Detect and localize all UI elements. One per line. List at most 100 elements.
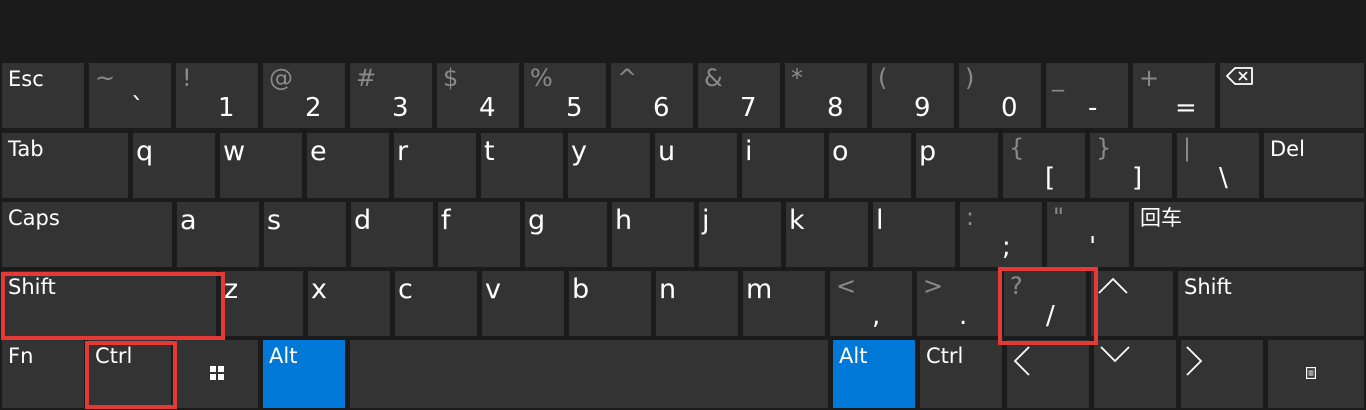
key-i[interactable]: i xyxy=(742,133,824,198)
key-6[interactable]: ^ 6 xyxy=(611,63,693,128)
key-x[interactable]: x xyxy=(308,271,390,336)
key-9[interactable]: ( 9 xyxy=(872,63,954,128)
key-char: e xyxy=(310,136,327,167)
key-shift-right[interactable]: Shift xyxy=(1178,271,1364,336)
key-caps[interactable]: Caps xyxy=(2,202,172,267)
key-q[interactable]: q xyxy=(133,133,215,198)
key-secondary: > xyxy=(923,272,944,300)
key-n[interactable]: n xyxy=(656,271,738,336)
key-esc[interactable]: Esc xyxy=(2,63,84,128)
key-y[interactable]: y xyxy=(568,133,650,198)
key-h[interactable]: h xyxy=(612,202,694,267)
key-char: h xyxy=(615,205,633,236)
key-left-arrow[interactable] xyxy=(1007,340,1089,408)
key-minus[interactable]: _ - xyxy=(1046,63,1128,128)
key-char: u xyxy=(658,136,676,167)
key-alt-right[interactable]: Alt xyxy=(833,340,915,408)
key-tab[interactable]: Tab xyxy=(2,133,128,198)
key-v[interactable]: v xyxy=(482,271,564,336)
key-char: m xyxy=(746,274,773,305)
key-secondary: : xyxy=(966,203,975,231)
key-menu[interactable] xyxy=(1268,340,1364,408)
key-1[interactable]: ! 1 xyxy=(176,63,258,128)
menu-icon xyxy=(1306,367,1316,379)
key-o[interactable]: o xyxy=(829,133,911,198)
key-label: Tab xyxy=(8,137,44,161)
key-char: j xyxy=(702,205,710,236)
key-char: g xyxy=(528,205,546,236)
key-char: n xyxy=(659,274,677,305)
key-char: 7 xyxy=(740,93,757,123)
key-backtick[interactable]: ~ ` xyxy=(89,63,171,128)
key-b[interactable]: b xyxy=(569,271,651,336)
windows-icon xyxy=(210,366,224,380)
key-s[interactable]: s xyxy=(264,202,346,267)
chevron-down-icon xyxy=(1100,346,1130,363)
key-right-bracket[interactable]: } ] xyxy=(1090,133,1172,198)
key-w[interactable]: w xyxy=(220,133,302,198)
chevron-left-icon xyxy=(1013,346,1030,376)
key-f[interactable]: f xyxy=(438,202,520,267)
key-4[interactable]: $ 4 xyxy=(437,63,519,128)
key-secondary: " xyxy=(1053,203,1065,231)
key-char: = xyxy=(1175,93,1197,123)
key-e[interactable]: e xyxy=(307,133,389,198)
key-enter[interactable]: 回车 xyxy=(1134,202,1364,267)
key-shift-left[interactable]: Shift xyxy=(2,271,216,336)
key-z[interactable]: z xyxy=(221,271,303,336)
key-a[interactable]: a xyxy=(177,202,259,267)
key-period[interactable]: > . xyxy=(917,271,999,336)
key-equals[interactable]: + = xyxy=(1133,63,1215,128)
key-backslash[interactable]: | \ xyxy=(1177,133,1259,198)
key-semicolon[interactable]: : ; xyxy=(960,202,1042,267)
key-up-arrow[interactable] xyxy=(1091,271,1173,336)
key-j[interactable]: j xyxy=(699,202,781,267)
key-down-arrow[interactable] xyxy=(1094,340,1176,408)
key-slash[interactable]: ? / xyxy=(1004,271,1086,336)
key-label: Ctrl xyxy=(95,344,133,368)
key-alt-left[interactable]: Alt xyxy=(263,340,345,408)
key-l[interactable]: l xyxy=(873,202,955,267)
key-t[interactable]: t xyxy=(481,133,563,198)
key-char: s xyxy=(267,205,282,236)
key-c[interactable]: c xyxy=(395,271,477,336)
key-r[interactable]: r xyxy=(394,133,476,198)
key-char: r xyxy=(397,136,409,167)
key-left-bracket[interactable]: { [ xyxy=(1003,133,1085,198)
key-p[interactable]: p xyxy=(916,133,998,198)
key-d[interactable]: d xyxy=(351,202,433,267)
chevron-right-icon xyxy=(1186,346,1203,376)
key-label: Del xyxy=(1270,137,1305,161)
key-secondary: ? xyxy=(1010,272,1023,300)
key-secondary: % xyxy=(530,64,553,92)
key-right-arrow[interactable] xyxy=(1181,340,1263,408)
key-7[interactable]: & 7 xyxy=(698,63,780,128)
key-ctrl-right[interactable]: Ctrl xyxy=(920,340,1002,408)
key-space[interactable] xyxy=(350,340,828,408)
key-char: \ xyxy=(1219,163,1228,193)
key-windows[interactable] xyxy=(176,340,258,408)
key-backspace[interactable] xyxy=(1220,63,1364,128)
key-u[interactable]: u xyxy=(655,133,737,198)
key-char: z xyxy=(224,274,239,305)
key-comma[interactable]: < , xyxy=(830,271,912,336)
key-del[interactable]: Del xyxy=(1264,133,1364,198)
key-5[interactable]: % 5 xyxy=(524,63,606,128)
key-0[interactable]: ) 0 xyxy=(959,63,1041,128)
key-m[interactable]: m xyxy=(743,271,825,336)
key-2[interactable]: @ 2 xyxy=(263,63,345,128)
key-secondary: < xyxy=(836,272,857,300)
key-3[interactable]: # 3 xyxy=(350,63,432,128)
key-char: f xyxy=(441,205,451,236)
key-k[interactable]: k xyxy=(786,202,868,267)
key-char: 2 xyxy=(305,93,322,123)
keyboard-top-bar xyxy=(0,0,1366,56)
key-quote[interactable]: " ' xyxy=(1047,202,1129,267)
key-g[interactable]: g xyxy=(525,202,607,267)
key-char: 6 xyxy=(653,93,670,123)
key-secondary: ~ xyxy=(95,64,116,92)
key-char: 8 xyxy=(827,93,844,123)
key-fn[interactable]: Fn xyxy=(2,340,84,408)
key-ctrl-left[interactable]: Ctrl xyxy=(89,340,171,408)
key-8[interactable]: * 8 xyxy=(785,63,867,128)
